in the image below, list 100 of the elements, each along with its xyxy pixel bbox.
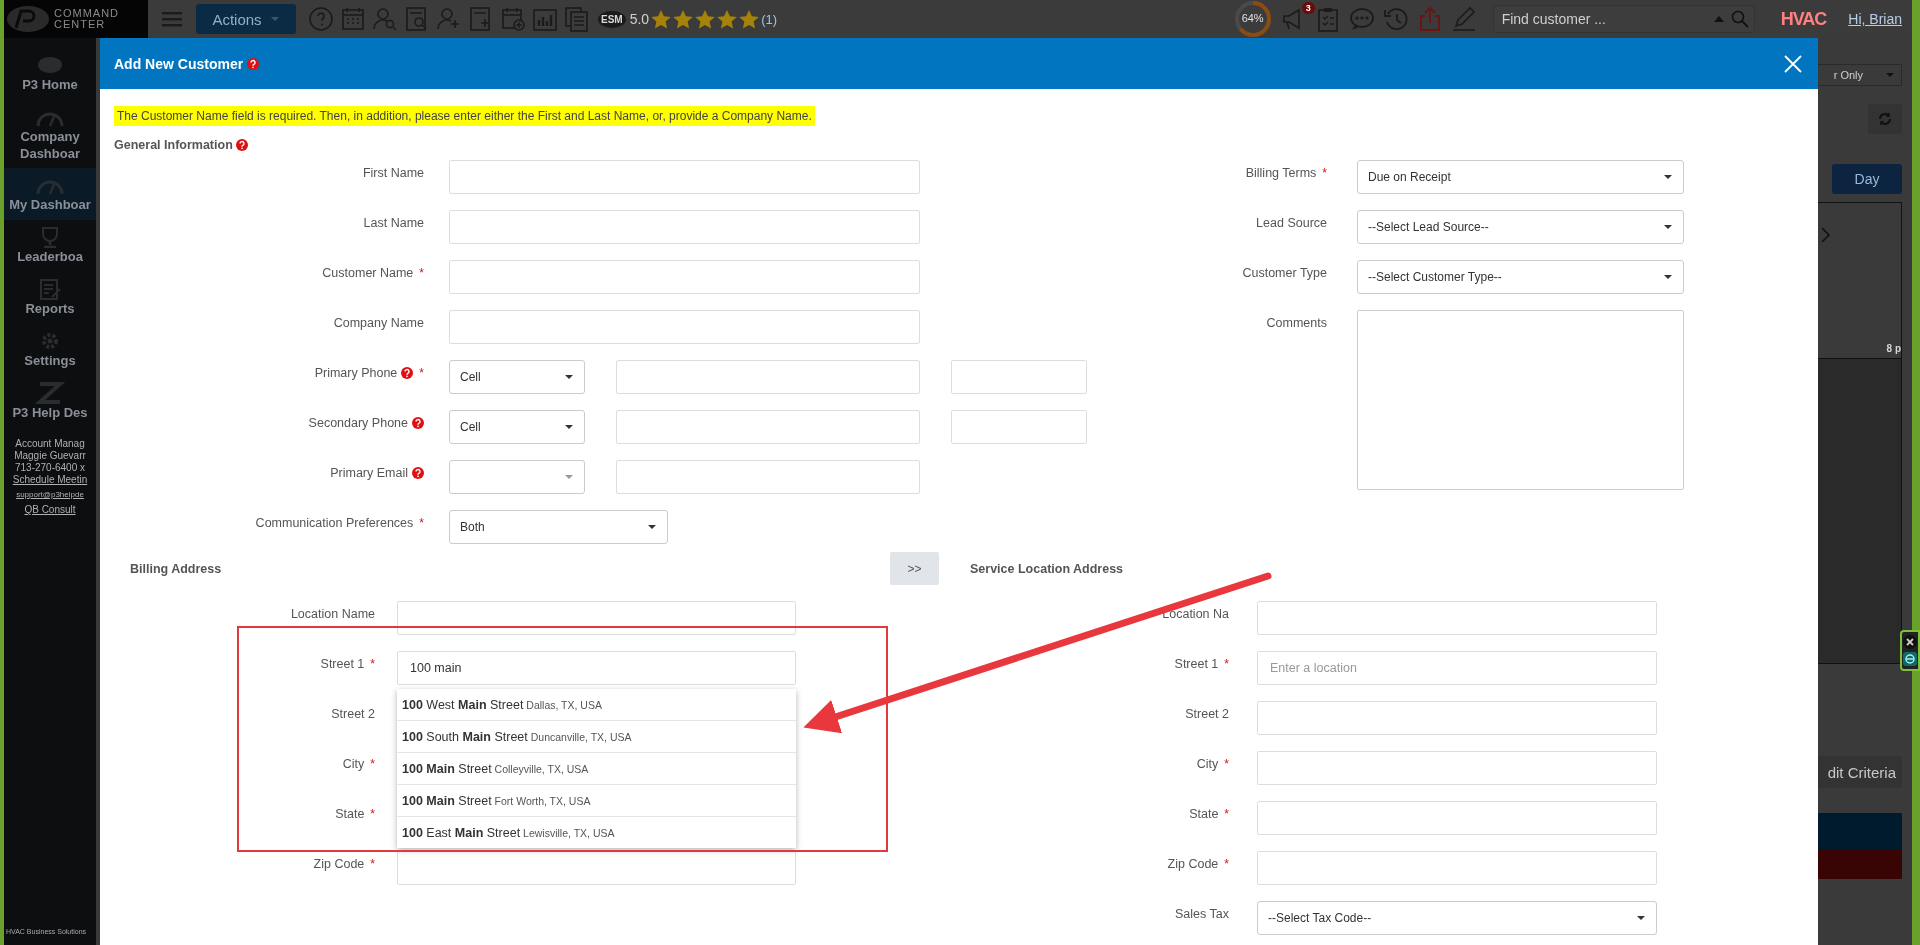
text-field[interactable] (397, 601, 796, 635)
text-field[interactable] (616, 410, 920, 444)
add-user-icon[interactable] (436, 6, 462, 32)
text-field[interactable] (1257, 701, 1657, 735)
text-field[interactable] (397, 851, 796, 885)
section-title: Service Location Address (970, 561, 1124, 576)
dropdown[interactable]: --Select Lead Source-- (1357, 210, 1684, 244)
sidebar-item[interactable]: My Dashboar (4, 168, 96, 220)
field-label: Zip Code (1167, 857, 1219, 871)
history-icon[interactable] (1382, 6, 1409, 32)
user-search-icon[interactable] (372, 6, 398, 32)
field-label: Street 1 (1174, 657, 1219, 671)
account-link[interactable]: QB Consult (24, 504, 76, 515)
help-icon[interactable] (401, 367, 414, 379)
rating-count-link[interactable]: (1) (761, 11, 778, 27)
section-title: General Information (114, 138, 233, 152)
text-field[interactable] (1257, 851, 1657, 885)
address-suggestion[interactable]: 100 West Main Street Dallas, TX, USA (397, 689, 796, 720)
text-field[interactable]: 100 main (397, 651, 796, 685)
dropdown[interactable]: Cell (449, 410, 585, 444)
field-label: State (1189, 807, 1219, 821)
text-field[interactable] (1257, 751, 1657, 785)
text-field[interactable]: Enter a location (1257, 651, 1657, 685)
text-field[interactable] (951, 410, 1087, 444)
bar-chart-icon[interactable] (532, 6, 558, 32)
comments-field[interactable] (1357, 310, 1684, 490)
sidebar-item[interactable]: Leaderboa (4, 220, 96, 272)
dropdown[interactable]: --Select Tax Code-- (1257, 901, 1657, 935)
required-marker: * (1224, 807, 1229, 821)
help-icon[interactable] (412, 417, 424, 429)
caret-icon (647, 524, 657, 530)
field-label: Secondary Phone (308, 416, 408, 430)
star-icon (673, 9, 694, 29)
field-label: First Name (362, 166, 424, 180)
sidebar-item[interactable]: P3 Help Des (4, 376, 96, 428)
chevron-right-icon[interactable] (1821, 227, 1831, 243)
dropdown[interactable]: Both (449, 510, 668, 544)
field-label: Primary Email (330, 466, 408, 480)
field-label: City (342, 757, 365, 771)
day-button[interactable]: Day (1832, 164, 1902, 194)
dropdown[interactable] (449, 460, 585, 494)
account-text: Maggie Guevarr (14, 450, 86, 461)
notification-badge: 3 (1301, 2, 1315, 14)
address-suggestion[interactable]: 100 East Main Street Lewisville, TX, USA (397, 816, 796, 848)
account-link[interactable]: support@p3helpde (16, 490, 84, 499)
address-suggestion[interactable]: 100 South Main Street Duncanville, TX, USA (397, 720, 796, 752)
brand-logo: HVAC (1780, 8, 1827, 30)
caret-icon (1663, 174, 1673, 180)
required-marker: * (370, 757, 375, 771)
chat-icon[interactable] (1348, 6, 1375, 32)
account-link[interactable]: Schedule Meetin (12, 474, 88, 485)
documents-icon[interactable] (564, 6, 590, 32)
field-label: Street 2 (331, 707, 375, 721)
text-field[interactable] (449, 310, 920, 344)
dropdown[interactable]: --Select Customer Type-- (1357, 260, 1684, 294)
help-icon[interactable] (235, 139, 248, 151)
account-text: Account Manag (15, 438, 85, 449)
sidebar-item[interactable]: Settings (4, 324, 96, 376)
sidebar-item[interactable]: Reports (4, 272, 96, 324)
required-marker: * (1224, 757, 1229, 771)
user-greeting-link[interactable]: Hi, Brian (1848, 11, 1902, 27)
caret-icon (564, 424, 574, 430)
close-icon[interactable] (1903, 635, 1917, 649)
e-logo-icon[interactable] (1903, 652, 1917, 666)
required-marker: * (1224, 657, 1229, 671)
calendar-icon[interactable] (340, 6, 366, 32)
caret-icon (1636, 915, 1646, 921)
copy-address-button[interactable]: >> (890, 552, 939, 585)
text-field[interactable] (616, 360, 920, 394)
address-suggestion[interactable]: 100 Main Street Fort Worth, TX, USA (397, 784, 796, 816)
customer-search-field[interactable]: Find customer ... (1492, 5, 1755, 33)
calendar-add-icon[interactable] (500, 6, 526, 32)
dropdown[interactable]: Due on Receipt (1357, 160, 1684, 194)
esm-badge[interactable]: ESM (598, 10, 626, 28)
field-label: Street 1 (320, 657, 365, 671)
help-icon[interactable] (412, 467, 424, 479)
text-field[interactable] (616, 460, 920, 494)
actions-button[interactable]: Actions (196, 4, 296, 34)
sidebar-item[interactable]: Company Dashboar (4, 100, 96, 168)
text-field[interactable] (1257, 601, 1657, 635)
pencil-icon[interactable] (1450, 6, 1477, 32)
dropdown[interactable]: Cell (449, 360, 585, 394)
text-field[interactable] (951, 360, 1087, 394)
text-field[interactable] (1257, 801, 1657, 835)
search-icon[interactable] (1730, 10, 1749, 28)
sidebar-item[interactable]: P3 Home (4, 48, 96, 100)
menu-icon[interactable] (162, 11, 182, 27)
help-icon[interactable] (247, 57, 260, 70)
star-icon (717, 9, 738, 29)
required-marker: * (1224, 857, 1229, 871)
caret-icon (1663, 224, 1673, 230)
text-field[interactable] (449, 160, 920, 194)
text-field[interactable] (449, 210, 920, 244)
refresh-button[interactable] (1868, 104, 1902, 134)
text-field[interactable] (449, 260, 920, 294)
caret-up-icon[interactable] (1712, 15, 1725, 23)
field-label: Street 2 (1185, 707, 1229, 721)
address-suggestion[interactable]: 100 Main Street Colleyville, TX, USA (397, 752, 796, 784)
required-marker: * (370, 857, 375, 871)
caret-icon (564, 374, 574, 380)
